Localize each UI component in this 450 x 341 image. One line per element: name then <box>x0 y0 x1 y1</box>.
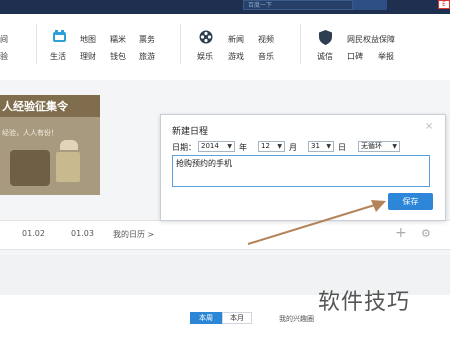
nav-link-rights[interactable]: 网民权益保障 <box>347 34 395 45</box>
promo-title: 人经验征集令 <box>2 100 68 113</box>
close-icon[interactable]: × <box>425 121 433 132</box>
nav-partial-link-top[interactable]: 间 <box>0 34 8 45</box>
repeat-select[interactable]: 无循环 ▼ <box>358 141 400 152</box>
top-right-badge[interactable]: E <box>438 0 450 9</box>
annotation-arrow <box>247 200 386 245</box>
chevron-down-icon: ▼ <box>392 143 397 150</box>
chevron-down-icon: ▼ <box>326 143 331 150</box>
nav-divider <box>180 24 181 64</box>
chevron-down-icon: ▼ <box>277 143 282 150</box>
add-event-icon[interactable]: + <box>395 225 407 241</box>
nav-ent-label[interactable]: 娱乐 <box>197 51 213 62</box>
promo-illustration <box>10 150 50 186</box>
nav-link-map[interactable]: 地图 <box>80 34 96 45</box>
my-calendar-link[interactable]: 我的日历 > <box>113 229 154 240</box>
calendar-date[interactable]: 01.03 <box>71 229 94 238</box>
save-button[interactable]: 保存 <box>388 193 433 210</box>
promo-subtitle: 经验，人人有份！ <box>2 129 58 137</box>
shield-icon <box>319 30 332 45</box>
nav-link-nuomi[interactable]: 糯米 <box>110 34 126 45</box>
calendar-date[interactable]: 01.02 <box>22 229 45 238</box>
promo-illustration <box>60 140 78 150</box>
nav-link-tickets[interactable]: 票务 <box>139 34 155 45</box>
nav-partial-link-bottom[interactable]: 验 <box>0 51 8 62</box>
nav-link-video[interactable]: 视频 <box>258 34 274 45</box>
year-unit: 年 <box>239 143 247 152</box>
event-content-textarea[interactable]: 抢购预约的手机 <box>172 155 430 187</box>
day-value: 31 <box>311 142 320 150</box>
day-select[interactable]: 31 ▼ <box>308 141 334 152</box>
nav-link-travel[interactable]: 旅游 <box>139 51 155 62</box>
nav-trust-label[interactable]: 诚信 <box>317 51 333 62</box>
nav-divider <box>36 24 37 64</box>
day-unit: 日 <box>338 143 346 152</box>
nav-divider <box>300 24 301 64</box>
nav-link-wallet[interactable]: 钱包 <box>110 51 126 62</box>
tab-this-month[interactable]: 本月 <box>222 312 252 324</box>
tab-this-week[interactable]: 本周 <box>190 312 222 324</box>
year-select[interactable]: 2014 ▼ <box>198 141 235 152</box>
nav-link-news[interactable]: 新闻 <box>228 34 244 45</box>
watermark: 软件技巧 <box>318 290 411 315</box>
search-input[interactable]: 百度一下 <box>243 0 353 10</box>
nav-link-music[interactable]: 音乐 <box>258 51 274 62</box>
year-value: 2014 <box>201 142 219 150</box>
nav-life-label[interactable]: 生活 <box>50 51 66 62</box>
search-button[interactable] <box>353 0 387 10</box>
month-value: 12 <box>261 142 270 150</box>
nav-band <box>0 14 450 81</box>
repeat-value: 无循环 <box>361 142 382 150</box>
nav-link-finance[interactable]: 理财 <box>80 51 96 62</box>
month-select[interactable]: 12 ▼ <box>258 141 285 152</box>
film-reel-icon <box>199 30 213 44</box>
gear-icon[interactable]: ⚙ <box>421 227 431 240</box>
promo-illustration <box>56 152 80 182</box>
dialog-title: 新建日程 <box>172 127 209 137</box>
chevron-down-icon: ▼ <box>227 143 232 150</box>
nav-link-games[interactable]: 游戏 <box>228 51 244 62</box>
nav-link-report[interactable]: 举报 <box>378 51 394 62</box>
month-unit: 月 <box>289 143 297 152</box>
date-label: 日期： <box>172 143 196 152</box>
nav-link-reputation[interactable]: 口碑 <box>347 51 363 62</box>
life-icon <box>53 30 66 44</box>
interest-circle-link[interactable]: 我的兴趣圈 <box>279 314 314 324</box>
